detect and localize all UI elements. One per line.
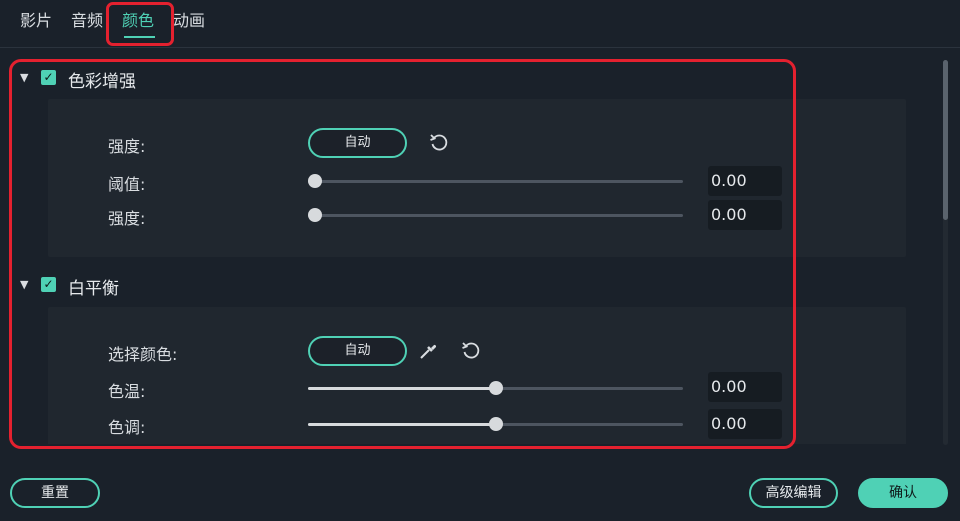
- threshold-value-input[interactable]: 0.00: [708, 166, 782, 196]
- tint-label: 色调:: [108, 418, 146, 437]
- eyedropper-icon[interactable]: [417, 340, 439, 362]
- slider-fill: [308, 387, 496, 390]
- temperature-label: 色温:: [108, 382, 146, 401]
- auto-enhance-button[interactable]: 自动: [308, 128, 407, 158]
- section-title-color-enhance: 色彩增强: [68, 72, 136, 92]
- section-body-color-enhance: 强度: 自动 阈值: 0.00 强度: 0.00: [48, 99, 906, 257]
- color-settings-panel: ▼ ✓ 色彩增强 强度: 自动 阈值: 0.00 强度: 0.00 ▼ ✓ 白平…: [0, 49, 935, 444]
- slider-fill: [308, 423, 496, 426]
- caret-down-icon[interactable]: ▼: [20, 71, 28, 84]
- reset-button[interactable]: 重置: [10, 478, 100, 508]
- tab-audio[interactable]: 音频: [71, 11, 103, 31]
- amount-slider[interactable]: [308, 208, 683, 222]
- section-body-white-balance: 选择颜色: 自动 色温: 0.00 色调: 0.00: [48, 307, 906, 444]
- confirm-button[interactable]: 确认: [858, 478, 948, 508]
- section-header-white-balance[interactable]: ▼ ✓ 白平衡: [0, 272, 935, 302]
- section-header-color-enhance[interactable]: ▼ ✓ 色彩增强: [0, 65, 935, 95]
- threshold-label: 阈值:: [108, 175, 146, 194]
- amount-value-input[interactable]: 0.00: [708, 200, 782, 230]
- tab-highlight-box: [106, 2, 174, 46]
- tab-video[interactable]: 影片: [20, 11, 52, 31]
- reset-icon[interactable]: [428, 132, 450, 154]
- strength-label: 强度:: [108, 137, 146, 156]
- pick-color-label: 选择颜色:: [108, 345, 178, 364]
- slider-knob[interactable]: [488, 381, 503, 395]
- advanced-edit-button[interactable]: 高级编辑: [749, 478, 838, 508]
- white-balance-checkbox[interactable]: ✓: [41, 277, 56, 292]
- section-title-white-balance: 白平衡: [68, 279, 119, 299]
- slider-knob[interactable]: [308, 208, 322, 222]
- tint-value-input[interactable]: 0.00: [708, 409, 782, 439]
- slider-knob[interactable]: [308, 174, 322, 188]
- tint-slider[interactable]: [308, 417, 683, 431]
- temperature-value-input[interactable]: 0.00: [708, 372, 782, 402]
- tab-animation[interactable]: 动画: [173, 11, 205, 31]
- scrollbar-thumb[interactable]: [943, 60, 948, 220]
- slider-track: [308, 180, 683, 183]
- threshold-slider[interactable]: [308, 174, 683, 188]
- caret-down-icon[interactable]: ▼: [20, 278, 28, 291]
- slider-knob[interactable]: [488, 417, 503, 431]
- temperature-slider[interactable]: [308, 381, 683, 395]
- amount-label: 强度:: [108, 209, 146, 228]
- auto-white-balance-button[interactable]: 自动: [308, 336, 407, 366]
- reset-icon[interactable]: [460, 340, 482, 362]
- slider-track: [308, 214, 683, 217]
- enhance-checkbox[interactable]: ✓: [41, 70, 56, 85]
